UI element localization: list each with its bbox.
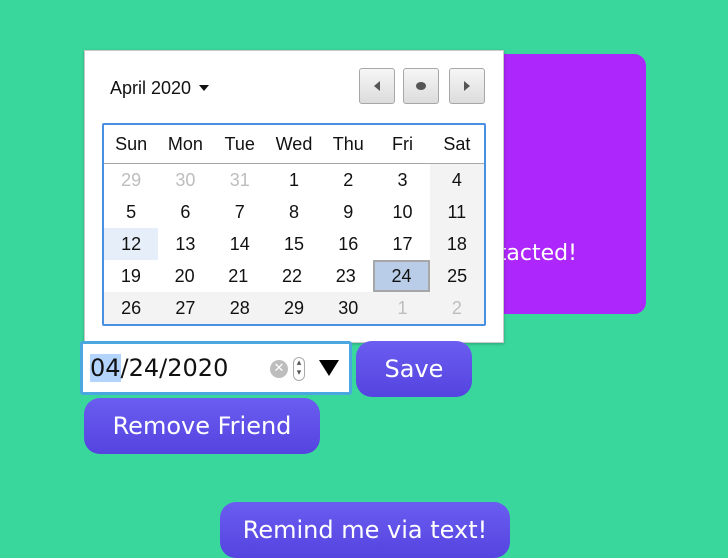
- calendar-day[interactable]: 5: [104, 196, 158, 228]
- calendar-day[interactable]: 15: [267, 228, 321, 260]
- triangle-right-icon: [464, 81, 470, 91]
- weekday-fri: Fri: [392, 134, 414, 154]
- calendar-day[interactable]: 29: [266, 292, 322, 324]
- calendar-week: 19 20 21 22 23 24 25: [104, 260, 485, 292]
- calendar-week: 12 13 14 15 16 17 18: [104, 228, 484, 260]
- calendar-day[interactable]: 8: [267, 196, 321, 228]
- chevron-down-icon: [199, 85, 210, 91]
- date-picker-popup: April 2020 Sun Mon Tue Wed Thu Fri Sat 2…: [84, 50, 504, 343]
- save-button[interactable]: Save: [356, 341, 472, 397]
- calendar-day[interactable]: 1: [267, 164, 321, 196]
- weekday-wed: Wed: [275, 134, 313, 154]
- calendar-day[interactable]: 23: [319, 260, 373, 292]
- today-button[interactable]: [403, 68, 439, 104]
- calendar-day[interactable]: 17: [375, 228, 429, 260]
- calendar-day[interactable]: 13: [158, 228, 212, 260]
- date-day-year-segment[interactable]: /24/2020: [121, 354, 229, 382]
- calendar-week: 26 27 28 29 30 1 2: [104, 292, 484, 324]
- calendar-day[interactable]: 22: [265, 260, 319, 292]
- calendar-day[interactable]: 26: [104, 292, 159, 324]
- calendar-day[interactable]: 7: [213, 196, 267, 228]
- calendar-day[interactable]: 10: [375, 196, 429, 228]
- date-month-segment[interactable]: 04: [90, 354, 121, 382]
- spinner-icon[interactable]: ▴ ▾: [293, 357, 305, 381]
- calendar-day[interactable]: 3: [375, 164, 429, 196]
- weekday-sun: Sun: [115, 134, 148, 154]
- calendar-day[interactable]: 20: [158, 260, 212, 292]
- calendar-day[interactable]: 25: [430, 260, 485, 292]
- month-year-select[interactable]: April 2020: [110, 76, 210, 100]
- calendar-day[interactable]: 6: [158, 196, 212, 228]
- calendar-day[interactable]: 14: [213, 228, 267, 260]
- calendar-day[interactable]: 29: [104, 164, 158, 196]
- month-year-label: April 2020: [110, 77, 192, 98]
- calendar-day[interactable]: 9: [321, 196, 375, 228]
- date-value[interactable]: 04/24/2020: [90, 354, 228, 382]
- calendar-day[interactable]: 16: [321, 228, 375, 260]
- calendar-day[interactable]: 19: [104, 260, 158, 292]
- calendar-day[interactable]: 21: [211, 260, 265, 292]
- next-month-button[interactable]: [449, 68, 485, 104]
- calendar-day[interactable]: 1: [375, 292, 430, 324]
- calendar-day[interactable]: 2: [321, 164, 375, 196]
- calendar-grid: Sun Mon Tue Wed Thu Fri Sat 29 30 31 1 2…: [102, 123, 486, 326]
- dot-icon: [416, 82, 426, 90]
- clear-icon[interactable]: ✕: [270, 360, 288, 378]
- weekday-header: Sun Mon Tue Wed Thu Fri Sat: [104, 125, 484, 164]
- calendar-day[interactable]: 31: [213, 164, 267, 196]
- calendar-week: 29 30 31 1 2 3 4: [104, 164, 484, 196]
- calendar-day[interactable]: 2: [429, 292, 484, 324]
- triangle-left-icon: [374, 81, 380, 91]
- calendar-day[interactable]: 11: [429, 196, 484, 228]
- calendar-week: 5 6 7 8 9 10 11: [104, 196, 484, 228]
- weekday-mon: Mon: [167, 134, 203, 154]
- calendar-day[interactable]: 30: [158, 164, 212, 196]
- calendar-day[interactable]: 30: [321, 292, 376, 324]
- dropdown-arrow-icon[interactable]: [319, 360, 339, 376]
- remove-friend-button[interactable]: Remove Friend: [84, 398, 320, 454]
- calendar-day[interactable]: 18: [429, 228, 484, 260]
- weekday-thu: Thu: [332, 134, 364, 154]
- calendar-day-today[interactable]: 12: [104, 228, 159, 260]
- calendar-day[interactable]: 4: [429, 164, 484, 196]
- weekday-tue: Tue: [224, 134, 255, 154]
- remind-via-text-button[interactable]: Remind me via text!: [220, 502, 510, 558]
- calendar-day[interactable]: 28: [212, 292, 267, 324]
- weekday-sat: Sat: [443, 134, 471, 154]
- calendar-day-selected[interactable]: 24: [372, 260, 431, 292]
- previous-month-button[interactable]: [359, 68, 395, 104]
- calendar-day[interactable]: 27: [158, 292, 213, 324]
- date-input[interactable]: 04/24/2020 ✕ ▴ ▾: [80, 341, 352, 395]
